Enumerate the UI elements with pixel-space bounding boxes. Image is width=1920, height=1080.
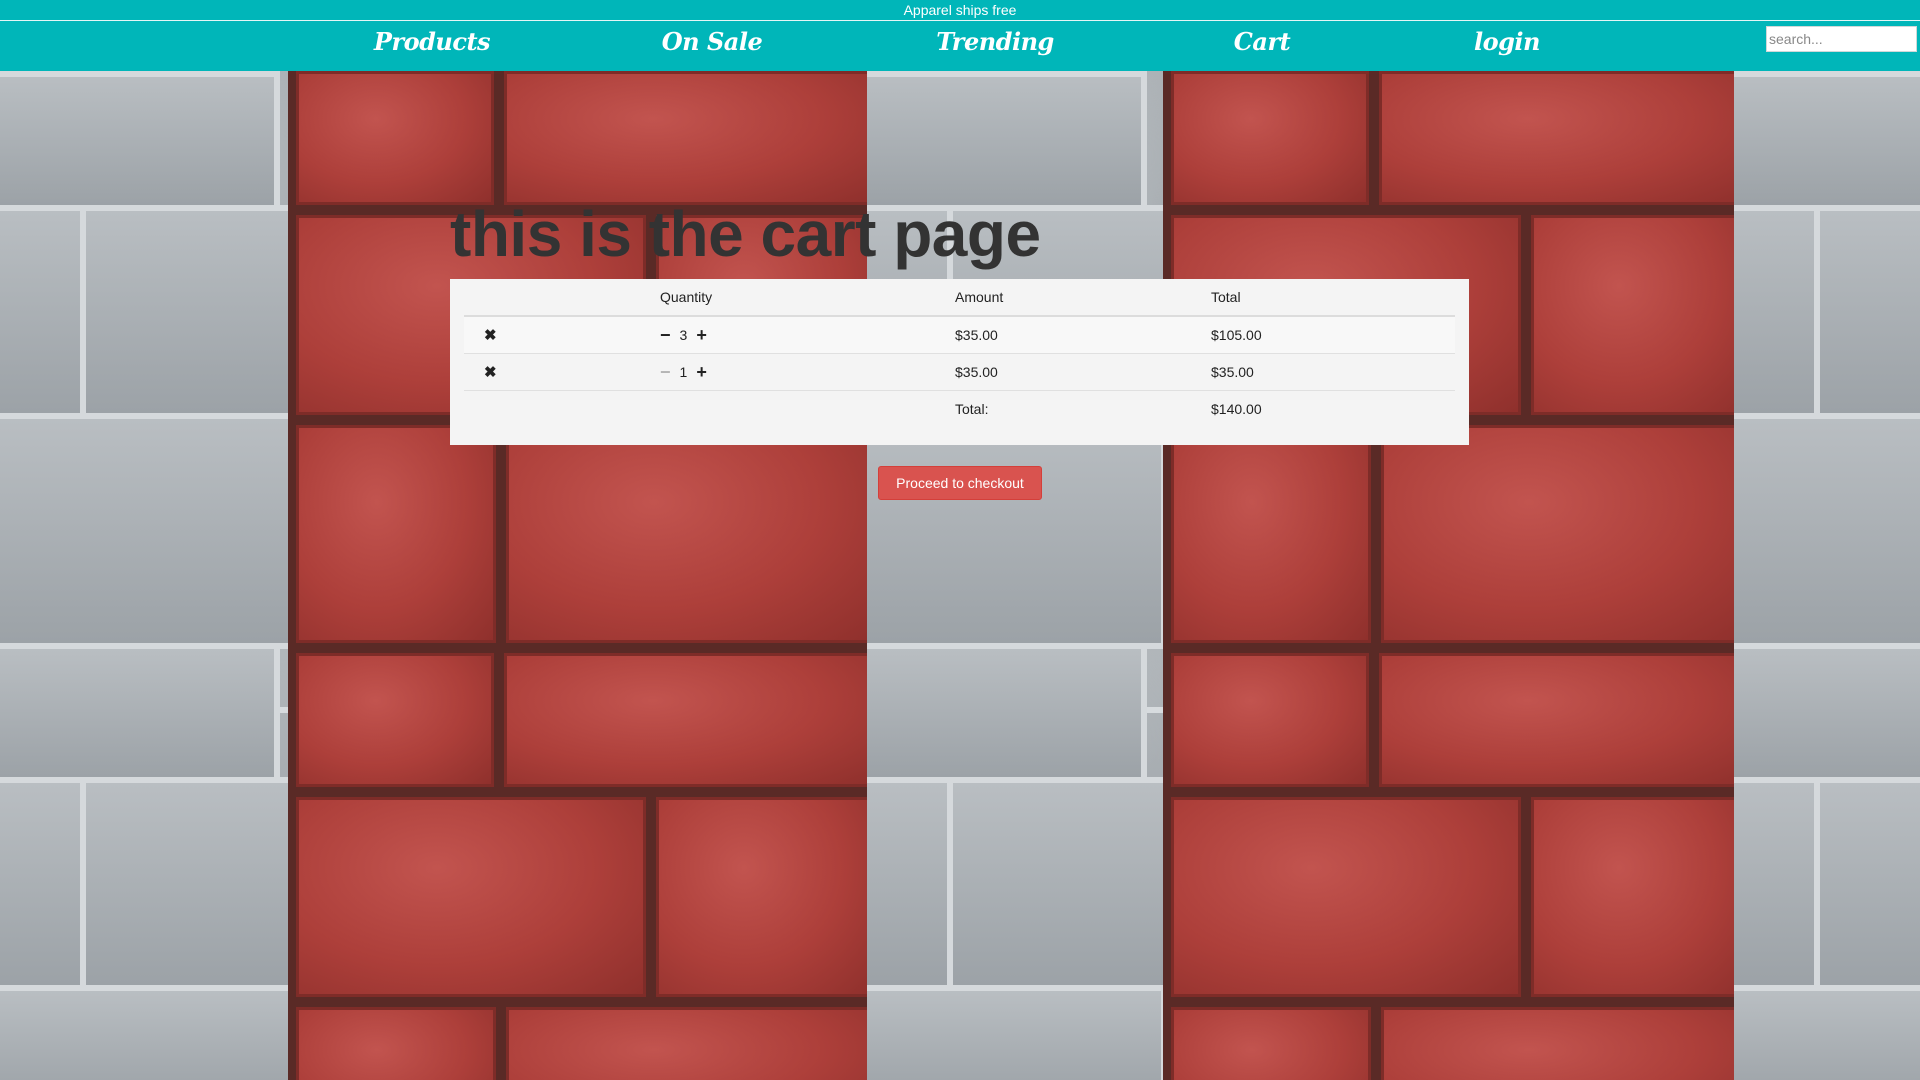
nav-link-cart[interactable]: Cart: [1234, 27, 1291, 56]
column-header-remove: [464, 279, 660, 317]
item-total: $35.00: [1211, 353, 1455, 391]
background-red-brick-wall: [1163, 71, 1734, 1080]
nav-link-on-sale[interactable]: On Sale: [662, 27, 763, 56]
quantity-stepper: − 1 +: [660, 363, 707, 381]
minus-icon[interactable]: −: [660, 326, 671, 344]
quantity-value: 1: [679, 364, 688, 380]
page-title: this is the cart page: [450, 198, 1041, 270]
item-total: $105.00: [1211, 315, 1455, 354]
table-row: ✖ − 1 + $35.00 $35.00: [464, 353, 1455, 391]
search-input[interactable]: [1766, 26, 1917, 52]
top-navbar: Products On Sale Trending Cart login: [0, 21, 1920, 71]
plus-icon[interactable]: +: [696, 363, 707, 381]
cart-panel: Quantity Amount Total ✖ − 3 + $35.00 $10: [450, 279, 1469, 445]
quantity-value: 3: [679, 327, 688, 343]
cart-total-label: Total:: [955, 390, 1211, 427]
cart-total-value: $140.00: [1211, 390, 1455, 427]
background-gray-block-wall: [0, 71, 288, 1080]
column-header-total: Total: [1211, 279, 1455, 317]
promo-banner: Apparel ships free: [0, 0, 1920, 21]
nav-link-trending[interactable]: Trending: [936, 27, 1054, 56]
background-gray-block-wall: [1734, 71, 1920, 1080]
proceed-to-checkout-button[interactable]: Proceed to checkout: [878, 466, 1042, 500]
close-icon[interactable]: ✖: [474, 327, 497, 344]
quantity-stepper: − 3 +: [660, 326, 707, 344]
nav-link-products[interactable]: Products: [374, 27, 491, 56]
column-header-quantity: Quantity: [660, 279, 955, 317]
item-amount: $35.00: [955, 353, 1211, 391]
cart-total-row: Total: $140.00: [464, 390, 1455, 427]
column-header-amount: Amount: [955, 279, 1211, 317]
cart-table: Quantity Amount Total ✖ − 3 + $35.00 $10: [464, 279, 1455, 427]
plus-icon[interactable]: +: [696, 326, 707, 344]
promo-banner-text: Apparel ships free: [903, 2, 1017, 18]
close-icon[interactable]: ✖: [474, 364, 497, 381]
minus-icon[interactable]: −: [660, 363, 671, 381]
nav-link-login[interactable]: login: [1474, 27, 1540, 56]
cart-table-header-row: Quantity Amount Total: [464, 279, 1455, 317]
table-row: ✖ − 3 + $35.00 $105.00: [464, 315, 1455, 354]
item-amount: $35.00: [955, 315, 1211, 354]
